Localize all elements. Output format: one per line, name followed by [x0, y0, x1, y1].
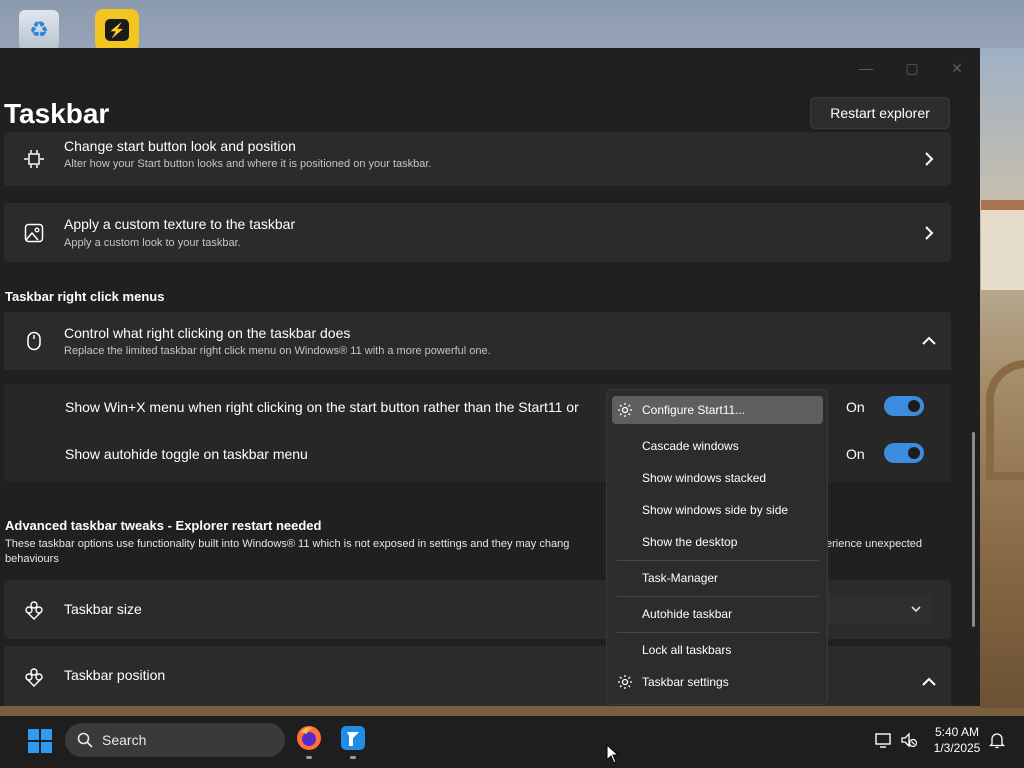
card-start-button-position[interactable]: Change start button look and position Al… — [4, 132, 951, 186]
menu-item-show-windows-stacked[interactable]: Show windows stacked — [612, 464, 823, 492]
maximize-button[interactable]: ▢ — [889, 54, 935, 82]
volume-muted-icon[interactable] — [900, 731, 918, 749]
menu-separator — [617, 632, 819, 633]
tweak-icon — [25, 600, 43, 620]
clock-time: 5:40 AM — [934, 725, 980, 739]
search-icon — [77, 732, 93, 748]
card-title: Taskbar position — [64, 667, 166, 683]
autohide-menu-toggle[interactable] — [884, 443, 924, 463]
description-right: erience unexpected — [826, 538, 923, 550]
chevron-right-icon — [925, 152, 934, 166]
winx-menu-toggle[interactable] — [884, 396, 924, 416]
wallpaper-bridge-arch — [986, 360, 1024, 480]
network-icon[interactable] — [874, 731, 892, 749]
menu-item-cascade-windows[interactable]: Cascade windows — [612, 432, 823, 460]
restart-explorer-button[interactable]: Restart explorer — [810, 97, 950, 129]
menu-item-taskbar-settings[interactable]: Taskbar settings — [612, 668, 823, 696]
card-right-click-control[interactable]: Control what right clicking on the taskb… — [4, 312, 951, 370]
mouse-cursor-icon — [606, 744, 620, 764]
lightning-icon: ⚡ — [105, 19, 129, 41]
gear-icon — [618, 675, 632, 689]
image-icon — [24, 223, 44, 242]
scrollbar[interactable] — [972, 432, 975, 627]
recycle-bin-icon[interactable]: ♻ — [19, 10, 59, 50]
description-line2: behaviours — [5, 553, 59, 565]
taskbar-search-box[interactable]: Search — [65, 723, 285, 757]
menu-separator — [617, 560, 819, 561]
card-title: Taskbar size — [64, 601, 142, 617]
windows-start-icon[interactable] — [28, 729, 52, 753]
mouse-icon — [27, 331, 41, 351]
section-advanced-tweaks: Advanced taskbar tweaks - Explorer resta… — [5, 518, 322, 533]
firefox-icon[interactable] — [295, 724, 323, 752]
menu-item-label: Taskbar settings — [642, 675, 729, 689]
section-right-click-menus: Taskbar right click menus — [5, 289, 165, 304]
start11-desktop-icon[interactable]: ⚡ — [95, 9, 139, 51]
card-title: Change start button look and position — [64, 138, 296, 154]
card-subtitle: Alter how your Start button looks and wh… — [64, 158, 432, 170]
chevron-down-icon — [911, 606, 921, 613]
menu-item-task-manager[interactable]: Task-Manager — [612, 564, 823, 592]
menu-separator — [617, 596, 819, 597]
start-button-position-icon — [24, 150, 44, 168]
clock-date: 1/3/2025 — [933, 741, 981, 755]
taskbar-context-menu: Configure Start11... Cascade windows Sho… — [606, 389, 828, 705]
menu-item-label: Configure Start11... — [642, 403, 746, 417]
notification-bell-icon[interactable] — [988, 731, 1006, 749]
close-button[interactable]: ✕ — [934, 54, 980, 82]
windows-taskbar: Search 5:40 AM 1/3/2025 — [0, 716, 1024, 768]
menu-item-show-desktop[interactable]: Show the desktop — [612, 528, 823, 556]
page-title: Taskbar — [4, 98, 110, 129]
chevron-right-icon — [925, 225, 934, 240]
start11-app-icon[interactable] — [339, 724, 367, 752]
system-clock[interactable]: 5:40 AM 1/3/2025 — [928, 724, 986, 756]
card-title: Apply a custom texture to the taskbar — [64, 216, 296, 232]
autohide-toggle-state: On — [846, 446, 865, 462]
chevron-up-icon — [922, 677, 936, 686]
card-subtitle: Apply a custom look to your taskbar. — [64, 237, 241, 249]
card-subtitle: Replace the limited taskbar right click … — [64, 345, 491, 357]
gear-icon — [618, 403, 632, 417]
card-custom-texture[interactable]: Apply a custom texture to the taskbar Ap… — [4, 203, 951, 262]
wallpaper-house — [981, 200, 1024, 290]
option-label: Show autohide toggle on taskbar menu — [65, 446, 308, 462]
tweak-icon — [25, 668, 43, 687]
description-left: These taskbar options use functionality … — [5, 538, 570, 550]
menu-item-configure-start11[interactable]: Configure Start11... — [612, 396, 823, 424]
winx-toggle-state: On — [846, 399, 865, 415]
chevron-up-icon — [922, 336, 936, 345]
menu-item-show-windows-side-by-side[interactable]: Show windows side by side — [612, 496, 823, 524]
settings-window: — ▢ ✕ Taskbar Restart explorer Change st… — [0, 48, 980, 706]
running-indicator — [306, 756, 312, 759]
menu-item-autohide-taskbar[interactable]: Autohide taskbar — [612, 600, 823, 628]
taskbar-size-dropdown[interactable] — [822, 594, 932, 624]
menu-item-lock-all-taskbars[interactable]: Lock all taskbars — [612, 636, 823, 664]
option-label: Show Win+X menu when right clicking on t… — [65, 399, 579, 415]
card-title: Control what right clicking on the taskb… — [64, 325, 351, 341]
running-indicator — [350, 756, 356, 759]
minimize-button[interactable]: — — [843, 54, 889, 82]
search-placeholder: Search — [102, 732, 147, 748]
